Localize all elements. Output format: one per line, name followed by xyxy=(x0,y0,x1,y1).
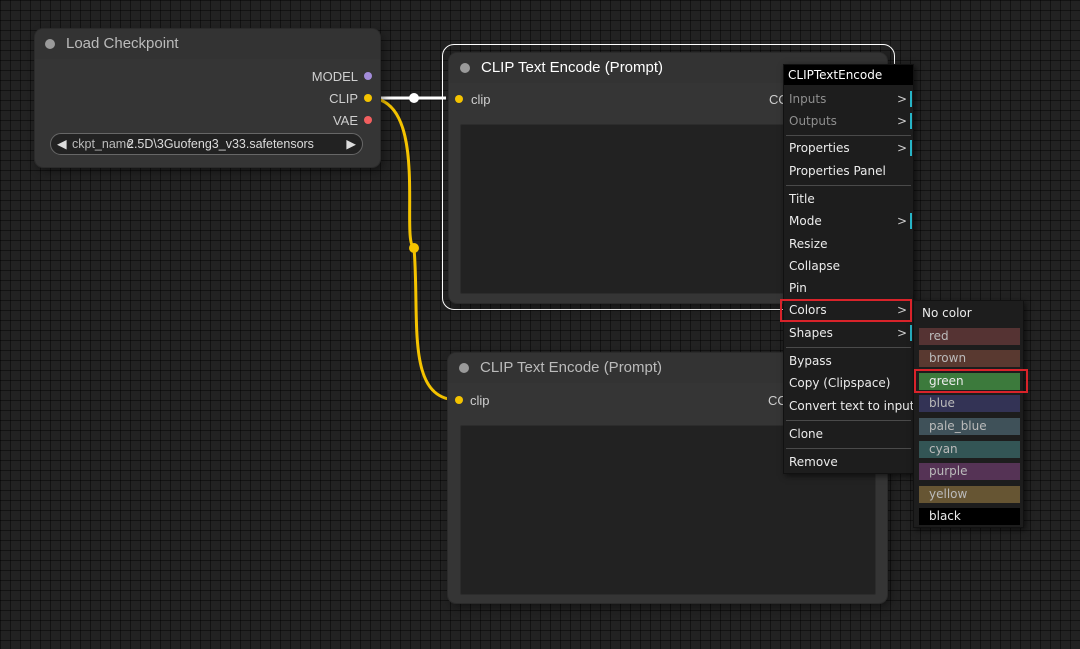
menu-item-label: Shapes xyxy=(789,326,833,340)
output-clip-dot[interactable] xyxy=(364,94,372,102)
menu-item-label: Properties xyxy=(789,141,850,155)
node-title: CLIP Text Encode (Prompt) xyxy=(481,59,664,76)
submenu-indicator xyxy=(910,325,912,341)
node-context-menu: CLIPTextEncode Inputs > Outputs > Proper… xyxy=(783,64,915,474)
menu-item-label: Collapse xyxy=(789,259,840,273)
submenu-indicator xyxy=(910,113,912,129)
submenu-indicator xyxy=(910,140,912,156)
context-menu-header: CLIPTextEncode xyxy=(784,65,913,85)
collapse-dot-icon[interactable] xyxy=(459,363,469,373)
submenu-indicator xyxy=(910,91,912,107)
color-option-yellow[interactable]: yellow xyxy=(919,486,1020,503)
menu-item-resize[interactable]: Resize xyxy=(784,233,913,255)
menu-separator xyxy=(786,448,911,449)
output-model-label: MODEL xyxy=(311,69,358,84)
color-option-brown[interactable]: brown xyxy=(919,350,1020,367)
collapse-dot-icon[interactable] xyxy=(460,63,470,73)
submenu-arrow-icon: > xyxy=(896,326,907,340)
submenu-arrow-icon: > xyxy=(896,114,907,128)
menu-item-clone[interactable]: Clone xyxy=(784,423,913,445)
menu-item-label: Copy (Clipspace) xyxy=(789,376,891,390)
menu-item-shapes[interactable]: Shapes > xyxy=(784,322,913,344)
node-title: CLIP Text Encode (Prompt) xyxy=(480,359,663,376)
color-option-purple[interactable]: purple xyxy=(919,463,1020,480)
menu-item-properties[interactable]: Properties > xyxy=(784,137,913,159)
output-vae-dot[interactable] xyxy=(364,116,372,124)
green-highlight-box xyxy=(914,369,1028,393)
menu-item-properties-panel[interactable]: Properties Panel xyxy=(784,160,913,182)
combo-value: 2.5D\3Guofeng3_v33.safetensors xyxy=(127,137,314,151)
menu-item-label: Remove xyxy=(789,455,838,469)
submenu-indicator xyxy=(910,213,912,229)
input-clip-dot[interactable] xyxy=(455,95,463,103)
color-option-black[interactable]: black xyxy=(919,508,1020,525)
menu-item-label: Bypass xyxy=(789,354,832,368)
menu-item-label: Title xyxy=(789,192,815,206)
colors-submenu: No color red brown green blue pale_blue … xyxy=(913,300,1024,528)
menu-item-label: Clone xyxy=(789,427,824,441)
color-option-pale-blue[interactable]: pale_blue xyxy=(919,418,1020,435)
menu-item-collapse[interactable]: Collapse xyxy=(784,255,913,277)
combo-left-arrow-icon[interactable]: ◀ xyxy=(57,134,67,154)
menu-item-inputs[interactable]: Inputs > xyxy=(784,88,913,110)
color-option-red[interactable]: red xyxy=(919,328,1020,345)
no-color-option[interactable]: No color xyxy=(922,306,972,320)
menu-item-title[interactable]: Title xyxy=(784,188,913,210)
menu-item-bypass[interactable]: Bypass xyxy=(784,350,913,372)
ckpt-name-combo[interactable]: ◀ ckpt_name 2.5D\3Guofeng3_v33.safetenso… xyxy=(50,133,363,155)
collapse-dot-icon[interactable] xyxy=(45,39,55,49)
menu-item-outputs[interactable]: Outputs > xyxy=(784,110,913,132)
menu-item-copy-clipspace[interactable]: Copy (Clipspace) xyxy=(784,372,913,394)
menu-item-label: Convert text to input xyxy=(789,399,915,413)
output-vae-label: VAE xyxy=(332,113,358,128)
menu-item-label: Resize xyxy=(789,237,828,251)
color-option-cyan[interactable]: cyan xyxy=(919,441,1020,458)
menu-item-label: Pin xyxy=(789,281,807,295)
menu-item-remove[interactable]: Remove xyxy=(784,451,913,473)
node-title-bar[interactable]: Load Checkpoint xyxy=(35,29,380,59)
load-checkpoint-node[interactable]: Load Checkpoint MODEL CLIP VAE ◀ ckpt_na… xyxy=(35,29,380,167)
node-title: Load Checkpoint xyxy=(66,35,179,52)
combo-name-label: ckpt_name xyxy=(72,137,134,151)
menu-item-label: Outputs xyxy=(789,114,837,128)
input-clip-label: clip xyxy=(471,92,491,107)
output-clip-label: CLIP xyxy=(329,91,358,106)
link-midpoint-1 xyxy=(409,93,419,103)
combo-right-arrow-icon[interactable]: ▶ xyxy=(346,134,356,154)
menu-item-label: Properties Panel xyxy=(789,164,886,178)
submenu-arrow-icon: > xyxy=(896,214,907,228)
menu-separator xyxy=(786,185,911,186)
link-midpoint-2 xyxy=(409,243,419,253)
menu-separator xyxy=(786,420,911,421)
menu-item-label: Inputs xyxy=(789,92,827,106)
menu-item-pin[interactable]: Pin xyxy=(784,277,913,299)
colors-highlight-box xyxy=(780,299,912,322)
input-clip-dot[interactable] xyxy=(455,396,463,404)
output-model-dot[interactable] xyxy=(364,72,372,80)
submenu-arrow-icon: > xyxy=(896,92,907,106)
submenu-arrow-icon: > xyxy=(896,141,907,155)
menu-item-mode[interactable]: Mode > xyxy=(784,210,913,232)
menu-item-label: Mode xyxy=(789,214,822,228)
menu-item-convert-text-to-input[interactable]: Convert text to input xyxy=(784,395,915,417)
color-option-blue[interactable]: blue xyxy=(919,395,1020,412)
input-clip-label: clip xyxy=(470,393,490,408)
menu-separator xyxy=(786,135,911,136)
menu-separator xyxy=(786,347,911,348)
